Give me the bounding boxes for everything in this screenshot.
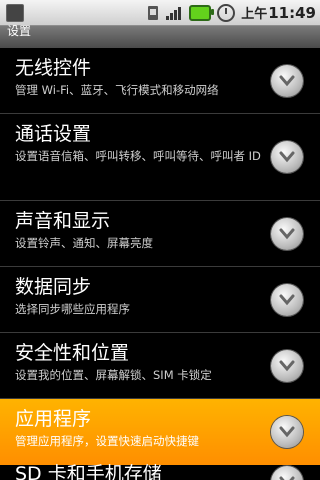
sim-icon [148, 5, 159, 20]
alarm-clock-icon [217, 3, 236, 22]
settings-item-sound-display[interactable]: 声音和显示 设置铃声、通知、屏幕亮度 [0, 201, 320, 267]
settings-item-summary: 设置我的位置、屏幕解锁、SIM 卡锁定 [15, 368, 212, 382]
status-bar: 上午11:49 [0, 0, 320, 26]
title-bar: 设置 [0, 24, 320, 48]
settings-item-title: 数据同步 [15, 276, 92, 298]
settings-item-title: SD 卡和手机存储 [15, 463, 162, 480]
settings-item-summary: 设置语音信箱、呼叫转移、呼叫等待、呼叫者 ID [15, 149, 261, 163]
chevron-down-icon [271, 141, 303, 173]
settings-item-title: 无线控件 [15, 57, 92, 79]
status-time: 上午11:49 [241, 4, 316, 22]
signal-icon [166, 6, 182, 20]
settings-list[interactable]: 无线控件 管理 Wi-Fi、蓝牙、飞行模式和移动网络 通话设置 设置语音信箱、呼… [0, 48, 320, 465]
chevron-down-icon [271, 349, 303, 382]
settings-item-call[interactable]: 通话设置 设置语音信箱、呼叫转移、呼叫等待、呼叫者 ID [0, 114, 320, 201]
usb-icon [6, 4, 24, 22]
settings-item-summary: 管理应用程序，设置快速启动快捷键 [15, 434, 199, 448]
settings-item-summary: 设置铃声、通知、屏幕亮度 [15, 236, 153, 250]
chevron-down-icon [271, 64, 303, 97]
page-title: 设置 [7, 24, 32, 38]
chevron-down-icon [271, 415, 303, 448]
settings-item-data-sync[interactable]: 数据同步 选择同步哪些应用程序 [0, 267, 320, 333]
chevron-down-icon [271, 217, 303, 250]
settings-item-summary: 管理 Wi-Fi、蓝牙、飞行模式和移动网络 [15, 83, 219, 97]
settings-item-title: 声音和显示 [15, 210, 111, 232]
settings-item-title: 应用程序 [15, 408, 92, 430]
settings-item-wireless[interactable]: 无线控件 管理 Wi-Fi、蓝牙、飞行模式和移动网络 [0, 48, 320, 114]
settings-item-title: 安全性和位置 [15, 342, 130, 364]
chevron-down-icon [271, 283, 303, 316]
settings-item-title: 通话设置 [15, 123, 92, 145]
chevron-down-icon [271, 466, 303, 480]
settings-item-sd-storage[interactable]: SD 卡和手机存储 [0, 459, 320, 480]
settings-item-applications[interactable]: 应用程序 管理应用程序，设置快速启动快捷键 [0, 399, 320, 465]
settings-item-security-location[interactable]: 安全性和位置 设置我的位置、屏幕解锁、SIM 卡锁定 [0, 333, 320, 399]
settings-item-summary: 选择同步哪些应用程序 [15, 302, 130, 316]
battery-icon [189, 4, 215, 21]
